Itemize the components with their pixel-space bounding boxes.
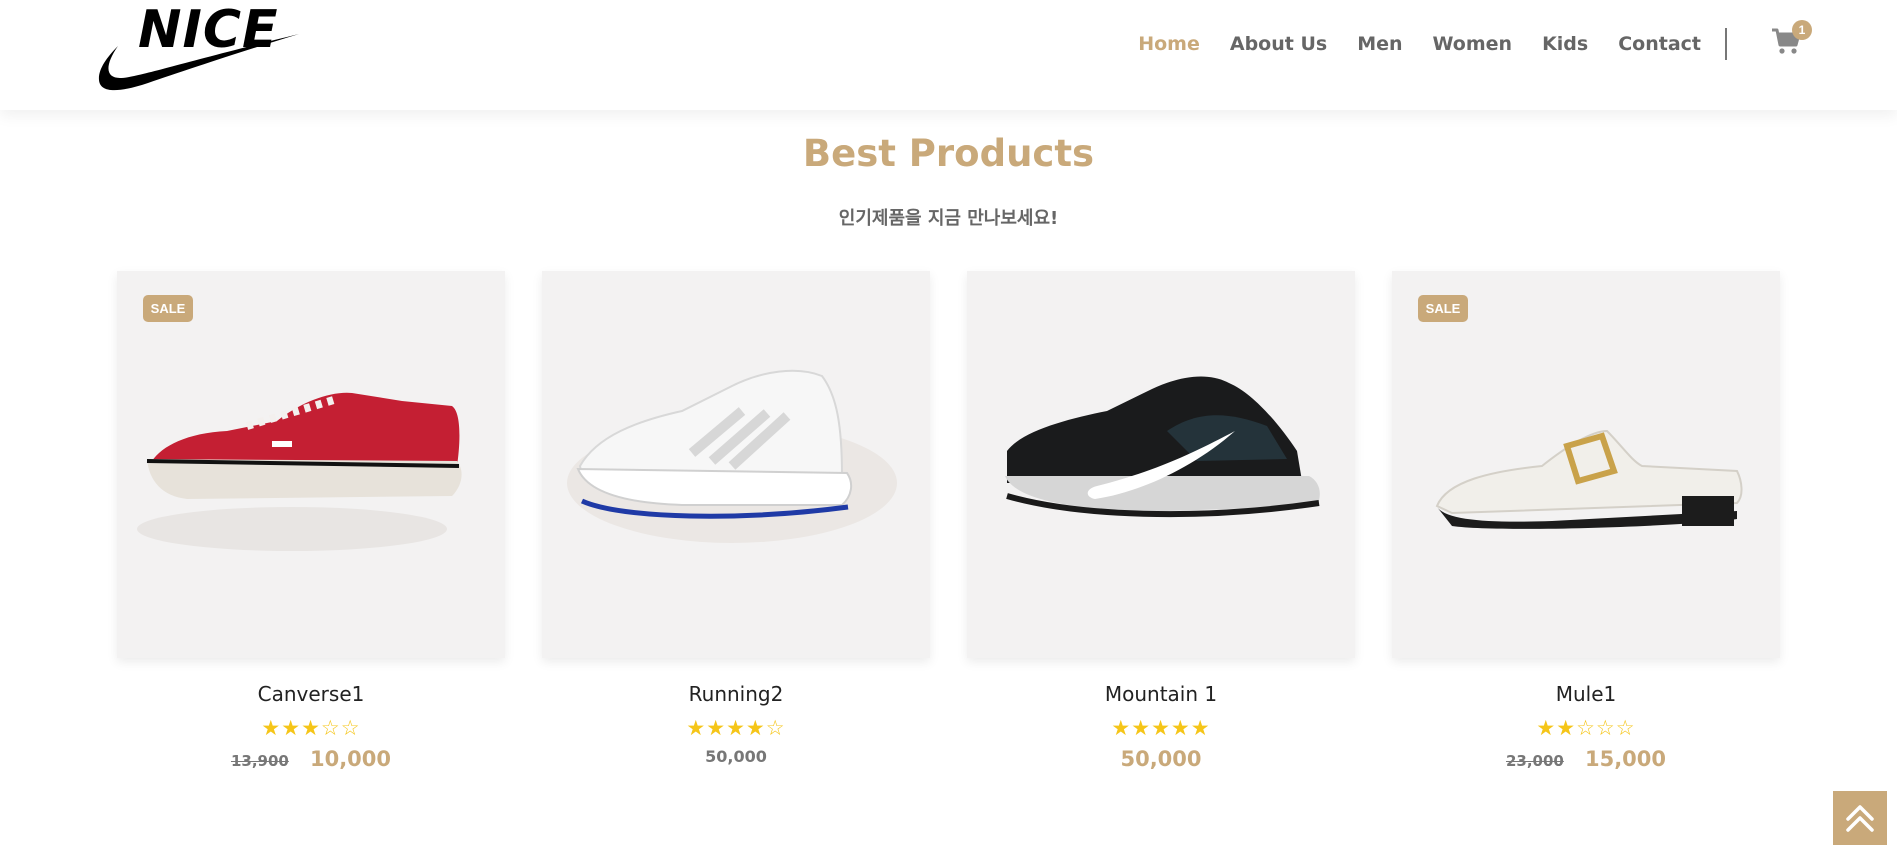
- sale-price: 15,000: [1584, 747, 1667, 771]
- main-nav: Home About Us Men Women Kids Contact: [1108, 28, 1727, 60]
- product-card[interactable]: SALE Mule1 ★★☆☆☆ 23,000 15,000: [1392, 271, 1780, 771]
- product-card[interactable]: Running2 ★★★★☆ 50,000: [542, 271, 930, 766]
- nav-divider: [1725, 28, 1727, 60]
- product-price: 50,000: [542, 747, 930, 766]
- nav-about-us[interactable]: About Us: [1230, 33, 1327, 55]
- sale-badge: SALE: [143, 295, 193, 322]
- rating-stars: ★★☆☆☆: [1392, 716, 1780, 741]
- product-name[interactable]: Canverse1: [117, 682, 505, 706]
- sneaker-image: [567, 369, 897, 543]
- sneaker-image: [1005, 376, 1320, 518]
- nav-women[interactable]: Women: [1433, 33, 1513, 55]
- star-icon: ★★★★☆: [686, 717, 786, 740]
- double-chevron-up-icon: [1846, 805, 1874, 832]
- star-icon: ★★★☆☆: [261, 717, 361, 740]
- mule-image: [1435, 429, 1743, 529]
- product-image[interactable]: SALE: [1392, 271, 1780, 658]
- rating-stars: ★★★★☆: [542, 716, 930, 741]
- product-name[interactable]: Mountain 1: [967, 682, 1355, 706]
- nav-contact[interactable]: Contact: [1618, 33, 1701, 55]
- scroll-top-button[interactable]: [1833, 791, 1887, 845]
- product-price: 23,000 15,000: [1392, 747, 1780, 771]
- rating-stars: ★★★★★: [967, 716, 1355, 741]
- product-image[interactable]: SALE: [117, 271, 505, 658]
- old-price: 23,000: [1505, 752, 1564, 770]
- logo[interactable]: NICE: [96, 0, 306, 106]
- product-price: 50,000: [967, 747, 1355, 771]
- product-name[interactable]: Mule1: [1392, 682, 1780, 706]
- sneaker-image: [137, 392, 462, 551]
- nav-kids[interactable]: Kids: [1542, 33, 1588, 55]
- section-title: Best Products: [802, 132, 1095, 175]
- nav-men[interactable]: Men: [1357, 33, 1402, 55]
- star-icon: ★★☆☆☆: [1536, 717, 1636, 740]
- product-image[interactable]: [967, 271, 1355, 658]
- sale-badge: SALE: [1418, 295, 1468, 322]
- old-price: 13,900: [230, 752, 289, 770]
- product-card[interactable]: Mountain 1 ★★★★★ 50,000: [967, 271, 1355, 771]
- product-image[interactable]: [542, 271, 930, 658]
- product-price: 13,900 10,000: [117, 747, 505, 771]
- nav-home[interactable]: Home: [1138, 33, 1200, 55]
- rating-stars: ★★★☆☆: [117, 716, 505, 741]
- product-name[interactable]: Running2: [542, 682, 930, 706]
- cart-button[interactable]: 1: [1771, 20, 1812, 62]
- section-subtitle: 인기제품을 지금 만나보세요!: [838, 208, 1059, 229]
- sale-price: 10,000: [309, 747, 392, 771]
- logo-text: NICE: [138, 0, 279, 60]
- site-header: NICE Home About Us Men Women Kids Contac…: [0, 0, 1897, 110]
- cart-count-badge: 1: [1792, 20, 1812, 40]
- star-icon: ★★★★★: [1111, 717, 1211, 740]
- price: 50,000: [705, 747, 767, 766]
- price: 50,000: [1120, 747, 1202, 771]
- product-card[interactable]: SALE Canverse1 ★★★☆☆ 13,900 10,000: [117, 271, 505, 771]
